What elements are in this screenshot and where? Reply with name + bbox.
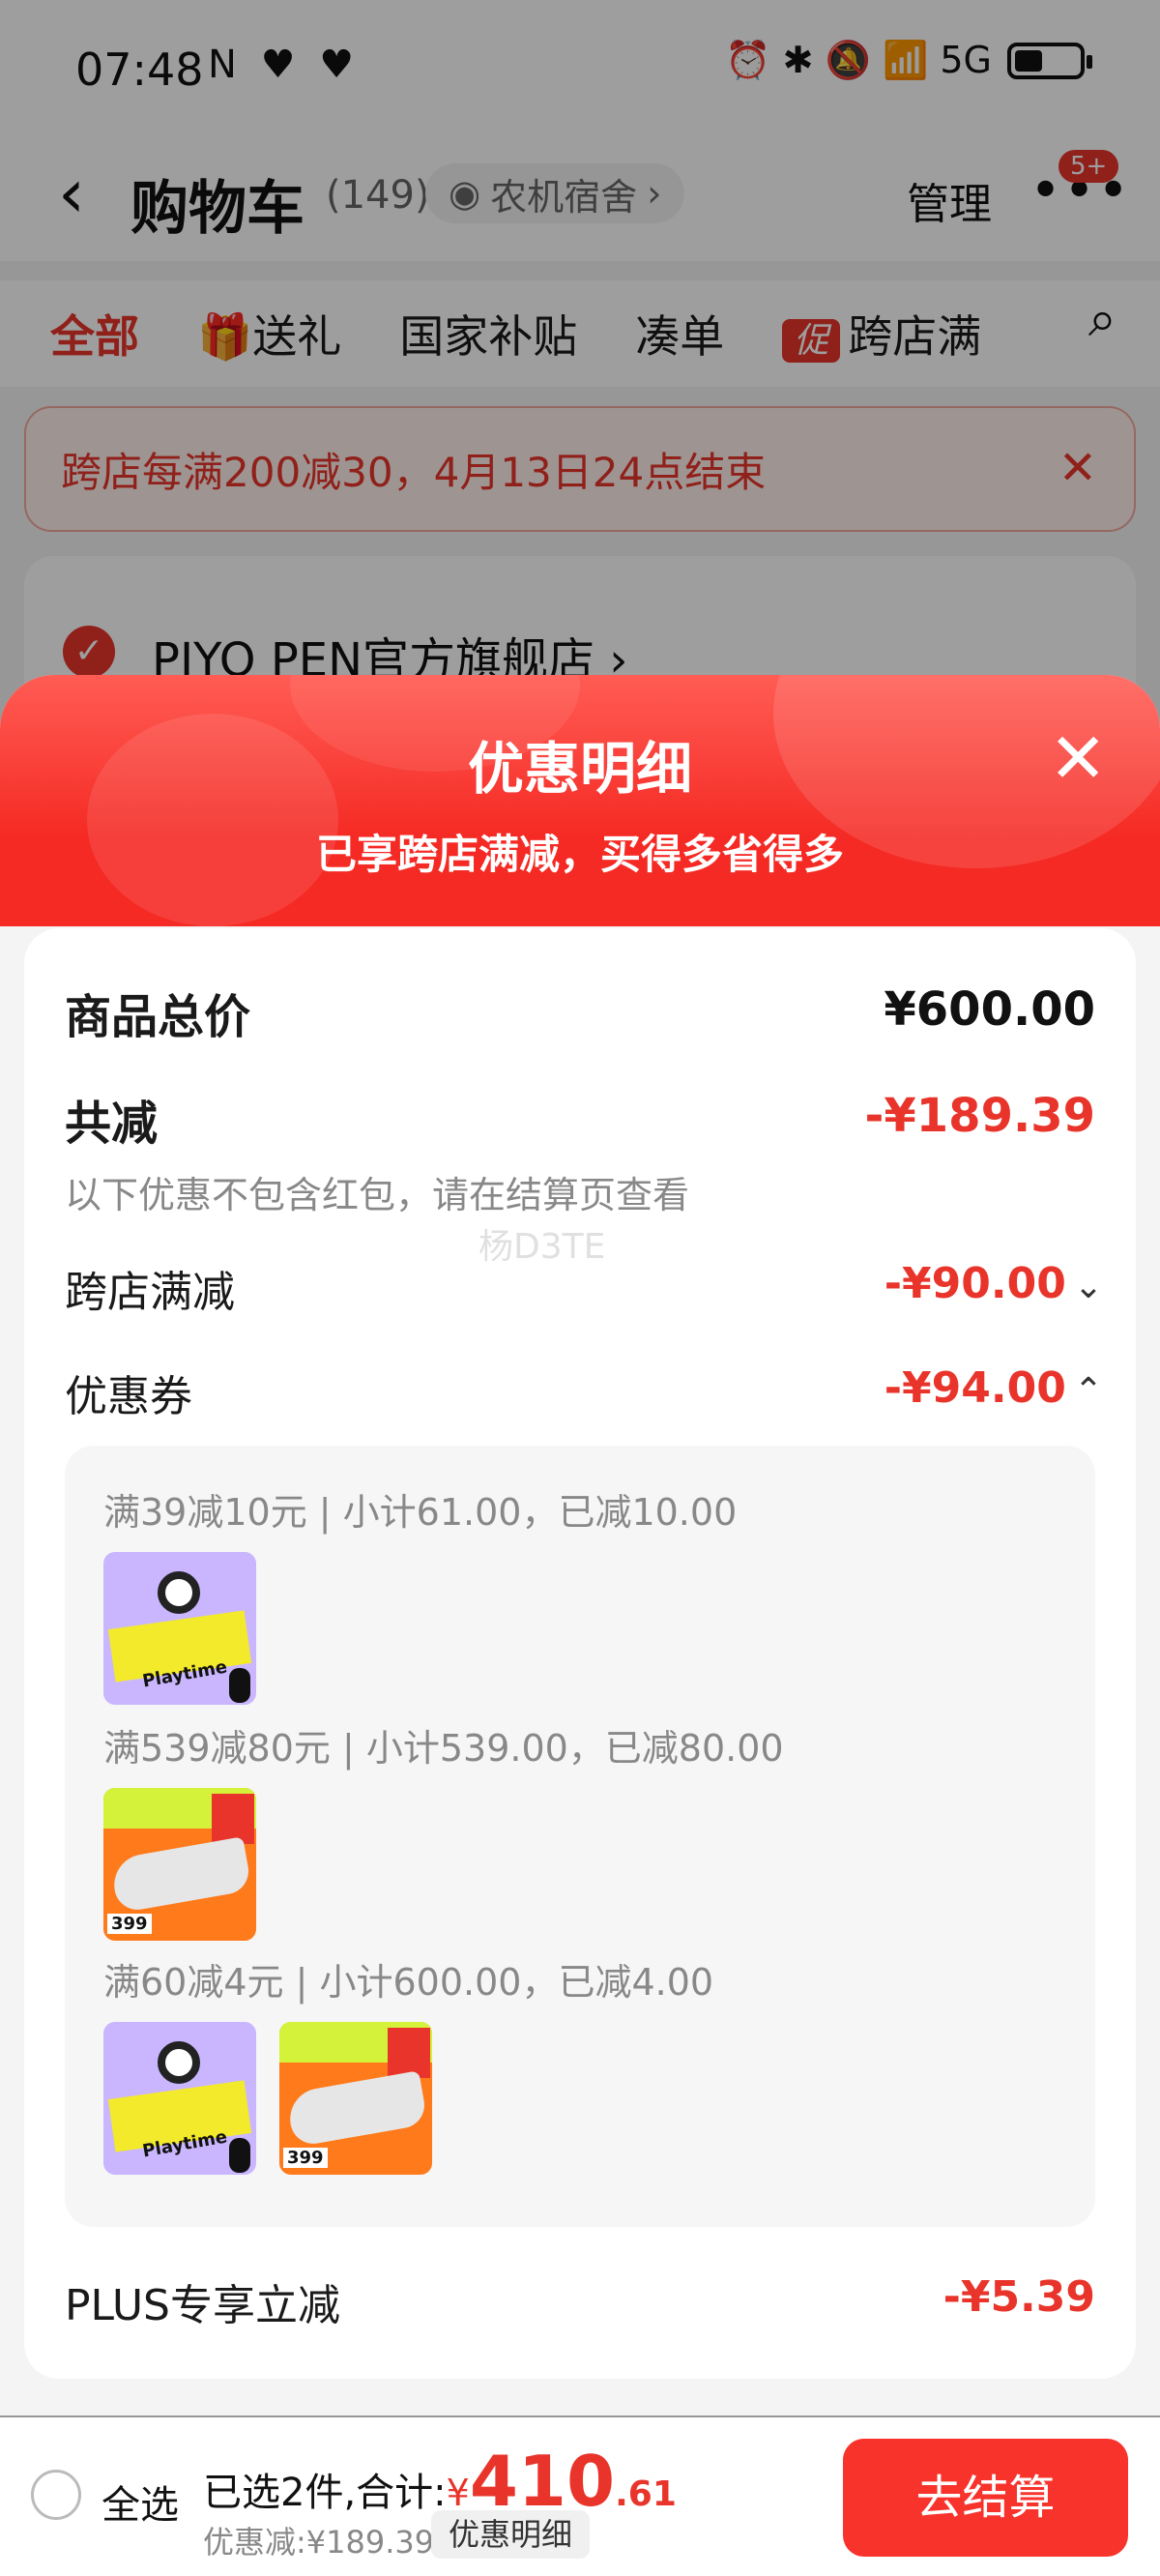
product-thumbnail-book[interactable]: Playtime [103,1552,256,1705]
sheet-title: 优惠明细 [467,736,692,802]
checkout-button[interactable]: 去结算 [843,2439,1128,2557]
coupon-label: 优惠券 [65,1372,192,1421]
plus-discount-label: PLUS专享立减 [65,2281,340,2330]
reduce-note: 以下优惠不包含红包，请在结算页查看 [65,1174,690,1216]
checkout-bar: 全选 已选2件,合计:¥410.61 优惠减:¥189.39 优惠明细 去结算 [0,2417,1160,2576]
cross-store-row[interactable]: -¥90.00 ⌄ [884,1259,1103,1308]
discount-card: 商品总价 ¥600.00 共减 -¥189.39 以下优惠不包含红包，请在结算页… [24,928,1136,2379]
plus-discount-value: -¥5.39 [942,2272,1095,2322]
coupon-rule: 满39减10元 | 小计61.00，已减10.00 [103,1491,738,1534]
coupon-rule: 满539减80元 | 小计539.00，已减80.00 [103,1727,784,1770]
coupon-detail-box: 满39减10元 | 小计61.00，已减10.00 Playtime 满539减… [65,1446,1095,2227]
discount-detail-button[interactable]: 优惠明细 [431,2510,591,2559]
watermark: 杨D3TE [478,1227,606,1267]
sheet-header: 优惠明细 已享跨店满减，买得多省得多 ✕ [0,675,1160,926]
product-thumbnail-shoe[interactable]: 399 [103,1788,256,1941]
coupon-value: -¥94.00 [884,1363,1066,1413]
total-amount-decimal: .61 [615,2474,677,2514]
select-all-checkbox[interactable] [31,2470,81,2520]
product-thumbnail-shoe[interactable]: 399 [279,2022,432,2175]
total-price-label: 商品总价 [65,990,251,1044]
total-price-value: ¥600.00 [884,982,1095,1037]
close-icon[interactable]: ✕ [1049,723,1107,793]
product-price-tag: 399 [283,2148,328,2168]
total-reduce-value: -¥189.39 [864,1089,1095,1143]
cross-store-label: 跨店满减 [65,1268,235,1317]
currency-symbol: ¥ [446,2472,470,2514]
coupon-row[interactable]: -¥94.00 ⌃ [884,1363,1103,1413]
chevron-up-icon: ⌃ [1073,1371,1103,1411]
coupon-rule: 满60减4元 | 小计600.00，已减4.00 [103,1961,714,2004]
discount-detail-sheet: 优惠明细 已享跨店满减，买得多省得多 ✕ 商品总价 ¥600.00 共减 -¥1… [0,675,1160,2415]
select-all-label[interactable]: 全选 [102,2474,179,2530]
selected-count-text: 已选2件,合计: [203,2471,447,2515]
sheet-subtitle: 已享跨店满减，买得多省得多 [315,831,844,878]
product-thumbnail-book[interactable]: Playtime [103,2022,256,2175]
discount-summary: 优惠减:¥189.39 [203,2524,435,2561]
cross-store-value: -¥90.00 [884,1259,1066,1308]
chevron-down-icon: ⌄ [1073,1267,1103,1306]
total-reduce-label: 共减 [65,1097,159,1151]
product-price-tag: 399 [107,1914,152,1934]
